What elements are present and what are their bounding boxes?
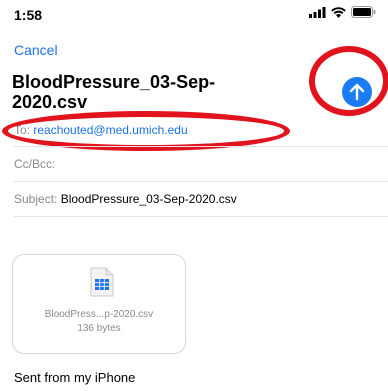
subject-label: Subject: [14,192,58,206]
ccbcc-field[interactable]: Cc/Bcc: [14,157,55,171]
annotation-circle-send [309,46,388,116]
annotation-circle-recipient [2,111,290,151]
attachment-card[interactable]: BloodPress...p-2020.csv 136 bytes [12,254,186,354]
spreadsheet-file-icon [90,267,114,297]
divider [14,181,388,182]
status-time: 1:58 [14,7,43,23]
subject-value[interactable]: BloodPressure_03-Sep-2020.csv [61,192,237,206]
battery-icon [351,6,376,18]
divider [14,146,388,147]
compose-title: BloodPressure_03-Sep-2020.csv [12,72,216,112]
wifi-icon [331,6,346,18]
cancel-button[interactable]: Cancel [14,42,58,58]
cellular-signal-icon [309,6,326,18]
divider [14,216,388,217]
email-body-signature[interactable]: Sent from my iPhone [14,370,135,385]
subject-field[interactable]: Subject: BloodPressure_03-Sep-2020.csv [14,192,237,206]
attachment-size: 136 bytes [77,323,121,334]
attachment-filename: BloodPress...p-2020.csv [44,309,154,320]
status-icons [309,6,376,18]
